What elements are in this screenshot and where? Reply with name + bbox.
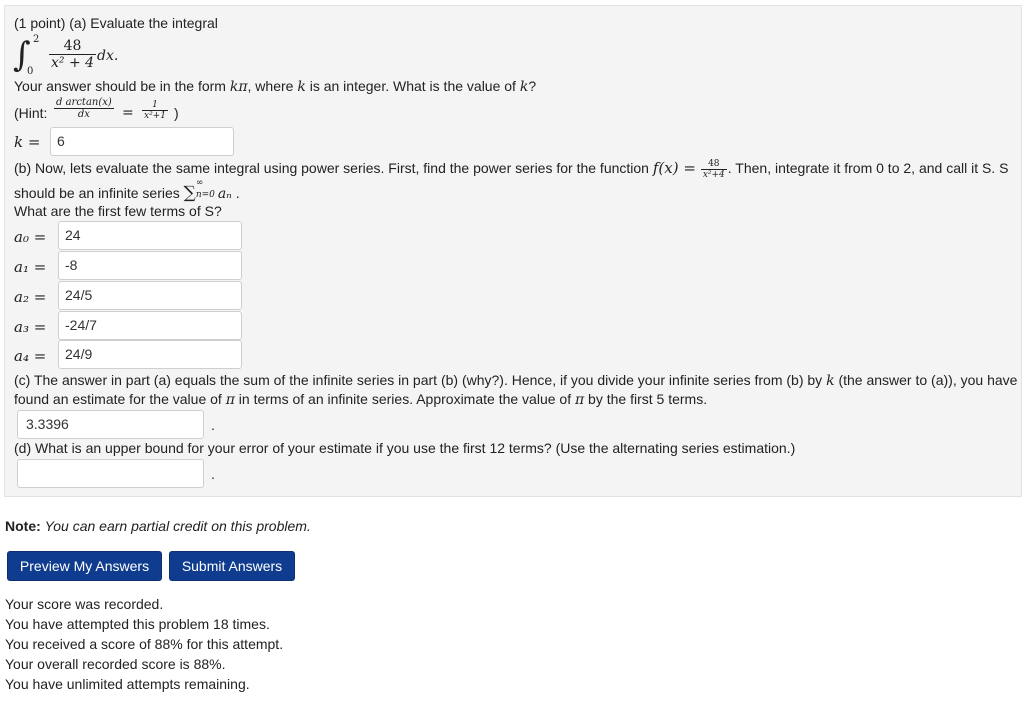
hint-result-fraction: 1 x²+1	[142, 100, 168, 121]
status-overall-score: Your overall recorded score is 88%.	[5, 656, 226, 672]
term-label-a4: a₄ =	[14, 347, 47, 365]
k-answer-input[interactable]: 6	[50, 127, 234, 156]
status-attempt-score: You received a score of 88% for this att…	[5, 636, 284, 652]
preview-answers-button[interactable]: Preview My Answers	[7, 551, 162, 581]
term-input-a3[interactable]: -24/7	[58, 311, 242, 340]
error-bound-input[interactable]	[17, 459, 204, 488]
part-b-series: should be an infinite series ∑ ∞ n=0 aₙ .	[14, 178, 240, 203]
integral-lower-limit: 0	[27, 66, 34, 77]
term-label-a0: a₀ =	[14, 228, 47, 246]
integrand-fraction: 48 x² + 4	[49, 38, 97, 71]
hint-derivative-fraction: d arctan(x) dx	[54, 97, 114, 120]
summation-sign: ∑	[183, 183, 196, 203]
part-a-intro: (1 point) (a) Evaluate the integral	[14, 15, 218, 31]
integrand-denominator: x² + 4	[51, 55, 95, 71]
note-label: Note:	[5, 518, 41, 534]
integrand-numerator: 48	[49, 38, 97, 55]
integral-upper-limit: 2	[33, 34, 40, 45]
part-d-period: .	[211, 466, 215, 482]
term-input-a1[interactable]: -8	[58, 251, 242, 280]
term-input-a2[interactable]: 24/5	[58, 281, 242, 310]
k-label: k =	[14, 133, 41, 151]
part-c-period: .	[211, 417, 215, 433]
term-label-a2: a₂ =	[14, 288, 47, 306]
problem-box: (1 point) (a) Evaluate the integral ∫ 2 …	[4, 5, 1022, 497]
part-c-line-2: found an estimate for the value of π in …	[14, 391, 708, 408]
note-text: You can earn partial credit on this prob…	[44, 518, 311, 534]
status-score-recorded: Your score was recorded.	[5, 596, 164, 612]
submit-answers-button[interactable]: Submit Answers	[169, 551, 295, 581]
partial-credit-note: Note: You can earn partial credit on thi…	[5, 518, 311, 534]
part-b-question: What are the first few terms of S?	[14, 203, 222, 219]
part-d-question: (d) What is an upper bound for your erro…	[14, 440, 796, 456]
pi-estimate-input[interactable]: 3.3396	[17, 410, 204, 439]
part-b-intro: (b) Now, lets evaluate the same integral…	[14, 159, 1009, 180]
status-attempts-remaining: You have unlimited attempts remaining.	[5, 676, 250, 692]
term-label-a1: a₁ =	[14, 258, 47, 276]
term-input-a4[interactable]: 24/9	[58, 340, 242, 369]
status-attempts: You have attempted this problem 18 times…	[5, 616, 270, 632]
term-label-a3: a₃ =	[14, 318, 47, 336]
integral-differential: dx.	[97, 48, 119, 64]
term-input-a0[interactable]: 24	[58, 221, 242, 250]
part-c-line-1: (c) The answer in part (a) equals the su…	[14, 372, 1018, 389]
summation-bounds: ∞ n=0	[195, 178, 215, 200]
part-a-form-instruction: Your answer should be in the form kπ, wh…	[14, 78, 537, 95]
